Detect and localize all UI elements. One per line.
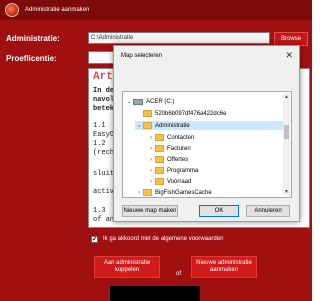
bottom-strip [110,286,200,301]
scroll-thumb[interactable] [284,125,289,139]
folder-tree[interactable]: ⌄ ACER (C:) 520b6b097df476a422dc6e ⌄ Adm… [122,91,292,198]
tree-item-label: Facturen [167,145,191,152]
drive-icon [133,98,143,105]
dialog-title: Map selecteren [121,53,163,59]
tree-item-bigfishgamescache[interactable]: › BigFishGamesCache [135,188,212,197]
folder-icon [155,134,164,141]
tree-item-label: Offertes [167,156,189,163]
tree-item-label: BigFishGamesCache [155,189,212,196]
browse-button[interactable]: Browse [274,32,308,46]
link-administration-button[interactable]: Aan administratie koppelen [94,256,160,278]
tree-item-folder[interactable]: 520b6b097df476a422dc6e [135,109,226,118]
tree-item-label: ACER (C:) [146,98,175,105]
chevron-down-icon[interactable]: ⌄ [135,122,143,129]
chevron-right-icon[interactable]: › [147,168,155,174]
tree-item-acer-drive[interactable]: ⌄ ACER (C:) [125,97,174,106]
tree-item-label: Voorraad [167,178,192,185]
tree-item-facturen[interactable]: › Facturen [147,144,191,153]
create-administration-button[interactable]: Nieuwe administratie aanmaken [191,256,257,278]
tree-item-voorraad[interactable]: › Voorraad [147,177,191,186]
cancel-button[interactable]: Annuleren [246,205,290,217]
tree-scrollbar[interactable]: ▲ ▼ [283,93,290,196]
window-title: Administratie aanmaken [25,7,90,13]
tree-item-label: Contacten [167,134,195,141]
terms-line: 1.3 [93,207,106,215]
folder-icon [143,110,152,117]
tree-item-programma[interactable]: › Programma [147,166,198,175]
folder-icon [143,122,152,129]
chevron-down-icon[interactable]: ⌄ [125,98,133,105]
tree-item-offertes[interactable]: › Offertes [147,155,188,164]
agree-label: Ik ga akkoord met de algemene voorwaarde… [103,236,224,242]
new-folder-button[interactable]: Nieuwe map maken [122,205,178,217]
proeflicentie-label: Proeflicentie: [6,54,57,63]
chevron-right-icon[interactable]: › [147,157,155,163]
tree-item-contacten[interactable]: › Contacten [147,133,194,142]
agree-checkbox[interactable]: ✔ [91,236,98,243]
folder-icon [155,145,164,152]
close-icon[interactable]: ✕ [285,50,293,61]
administratie-path-input[interactable]: C:\Administratie [88,32,270,44]
tree-item-administratie[interactable]: ⌄ Administratie [135,121,283,130]
chevron-right-icon[interactable]: › [147,146,155,152]
folder-icon [155,167,164,174]
title-bar: Administratie aanmaken [0,0,312,20]
folder-icon [155,156,164,163]
tree-item-label: Administratie [155,122,190,129]
terms-line: 1.1 [93,122,106,130]
terms-line: 1.2 [93,140,106,148]
scroll-down-icon[interactable]: ▼ [283,189,290,195]
terms-heading: Art [93,71,113,83]
scroll-up-icon[interactable]: ▲ [283,94,290,100]
select-folder-dialog: Map selecteren ✕ ⌄ ACER (C:) 520b6b097df… [113,45,300,222]
folder-icon [143,189,152,196]
chevron-right-icon[interactable]: › [147,135,155,141]
or-label: of [176,271,182,277]
tree-item-label: 520b6b097df476a422dc6e [155,110,227,117]
folder-icon [155,178,164,185]
terms-line: sluit [93,170,115,178]
tree-item-label: Programma [167,167,199,174]
administratie-label: Administratie: [6,34,60,43]
chevron-right-icon[interactable]: › [135,190,143,196]
chevron-right-icon[interactable]: › [147,179,155,185]
ok-button[interactable]: OK [199,205,239,217]
app-logo-icon [5,3,19,17]
